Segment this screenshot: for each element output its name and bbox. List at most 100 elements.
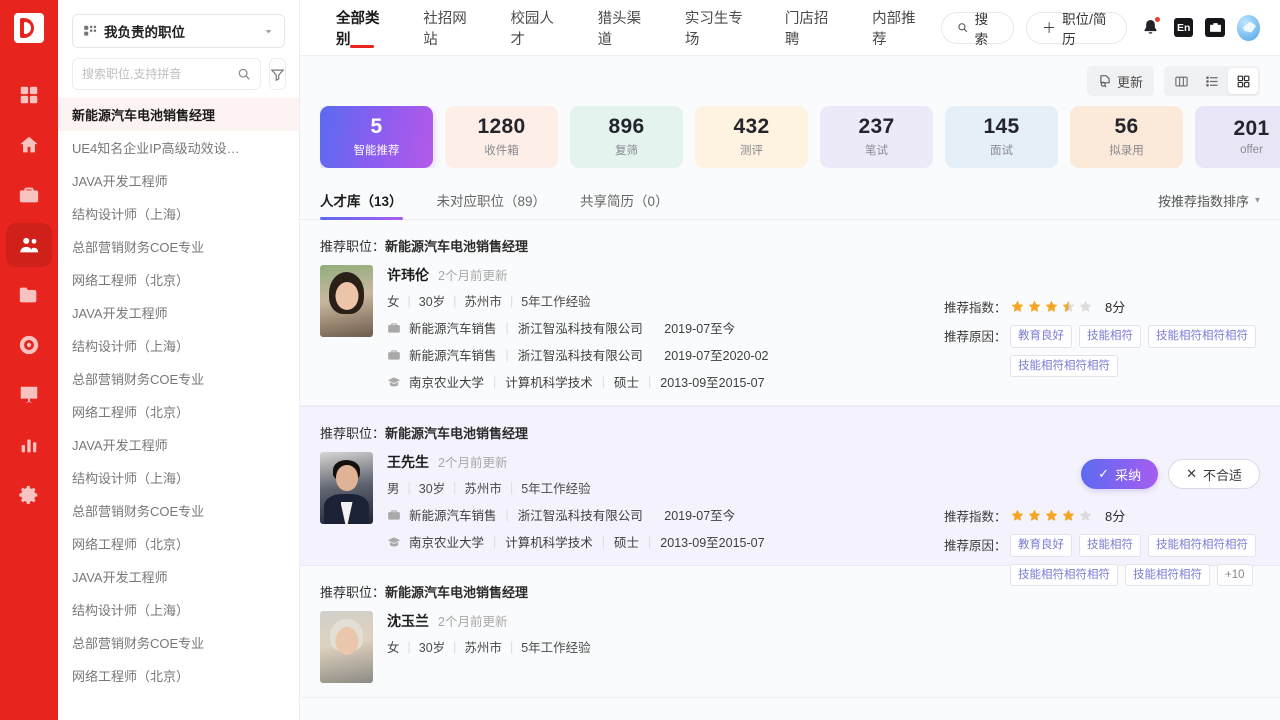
tab-0[interactable]: 人才库（13） — [320, 190, 403, 219]
job-scope-select[interactable]: 我负责的职位 — [72, 14, 285, 48]
work-period: 2019-07至今 — [664, 318, 735, 337]
job-list-item[interactable]: 总部营销财务COE专业 — [58, 230, 299, 263]
stat-card-智能推荐[interactable]: 5智能推荐 — [320, 106, 433, 168]
tab-2[interactable]: 共享简历（0） — [580, 190, 669, 219]
job-list-item-label: 结构设计师（上海） — [72, 336, 285, 355]
reason-tag[interactable]: 教育良好 — [1010, 325, 1072, 348]
job-list-item[interactable]: 网络工程师（北京） — [58, 527, 299, 560]
nav-item-3[interactable]: 猎头渠道 — [580, 0, 667, 56]
sort-dropdown[interactable]: 按推荐指数排序 ▾ — [1158, 191, 1260, 219]
rating-stars[interactable] — [1010, 508, 1093, 523]
nav-item-label: 猎头渠道 — [598, 7, 649, 49]
sidebar-item-reports[interactable] — [0, 420, 58, 470]
job-list-item[interactable]: JAVA开发工程师 — [58, 428, 299, 461]
meta-separator: | — [510, 294, 513, 308]
exp-separator: | — [506, 508, 509, 522]
candidate-card[interactable]: 推荐职位：新能源汽车电池销售经理许玮伦2个月前更新女|30岁|苏州市|5年工作经… — [300, 220, 1280, 406]
stat-caption: offer — [1240, 144, 1263, 156]
tab-1[interactable]: 未对应职位（89） — [437, 190, 547, 219]
list-view-button[interactable] — [1197, 68, 1227, 94]
candidate-photo[interactable] — [320, 452, 373, 524]
job-list-item[interactable]: 总部营销财务COE专业 — [58, 626, 299, 659]
user-avatar[interactable] — [1237, 15, 1260, 41]
nav-item-label: 实习生专场 — [685, 7, 749, 49]
main-nav-tabs[interactable]: 全部类别社招网站校园人才猎头渠道实习生专场门店招聘内部推荐 — [300, 0, 941, 56]
create-button[interactable]: ＋ 职位/简历 — [1026, 12, 1127, 44]
candidate-name[interactable]: 王先生 — [387, 452, 429, 472]
candidate-card[interactable]: 推荐职位：新能源汽车电池销售经理王先生2个月前更新男|30岁|苏州市|5年工作经… — [300, 406, 1280, 566]
sidebar-item-folder[interactable] — [0, 270, 58, 320]
sidebar-item-home[interactable] — [0, 120, 58, 170]
job-list-item[interactable]: 结构设计师（上海） — [58, 197, 299, 230]
nav-item-0[interactable]: 全部类别 — [318, 0, 405, 56]
job-list-item[interactable]: 网络工程师（北京） — [58, 395, 299, 428]
job-items-list[interactable]: 新能源汽车电池销售经理UE4知名企业IP高级动效设…JAVA开发工程师结构设计师… — [58, 98, 299, 720]
nav-item-4[interactable]: 实习生专场 — [667, 0, 767, 56]
briefcase-small-icon — [1209, 22, 1222, 33]
sidebar-item-grid[interactable] — [0, 70, 58, 120]
stat-card-复筛[interactable]: 896复筛 — [570, 106, 683, 168]
tabs-row: 人才库（13） 未对应职位（89） 共享简历（0） 按推荐指数排序 ▾ — [300, 174, 1280, 220]
job-list-item[interactable]: 总部营销财务COE专业 — [58, 494, 299, 527]
job-list-item[interactable]: UE4知名企业IP高级动效设… — [58, 131, 299, 164]
reason-tag[interactable]: 技能相符 — [1079, 534, 1141, 557]
app-logo[interactable] — [0, 0, 58, 56]
adopt-button[interactable]: ✓采纳 — [1081, 459, 1158, 489]
nav-item-2[interactable]: 校园人才 — [492, 0, 579, 56]
reason-tag[interactable]: 技能相符相符相符 — [1148, 534, 1256, 557]
stat-card-测评[interactable]: 432测评 — [695, 106, 808, 168]
sidebar-item-target[interactable] — [0, 320, 58, 370]
candidate-photo[interactable] — [320, 611, 373, 683]
candidate-body: 沈玉兰2个月前更新女|30岁|苏州市|5年工作经验 — [320, 611, 1260, 683]
job-list-item-label: 总部营销财务COE专业 — [72, 369, 285, 388]
candidate-city: 苏州市 — [464, 291, 502, 310]
job-search-input[interactable] — [82, 67, 237, 81]
sidebar-item-talent[interactable] — [0, 220, 58, 270]
sidebar-item-analytics[interactable] — [0, 370, 58, 420]
reason-tag[interactable]: 技能相符相符相符 — [1148, 325, 1256, 348]
language-button[interactable]: En — [1174, 18, 1193, 37]
job-list-item[interactable]: JAVA开发工程师 — [58, 164, 299, 197]
work-period: 2019-07至2020-02 — [664, 345, 768, 364]
candidate-name[interactable]: 沈玉兰 — [387, 611, 429, 631]
nav-item-1[interactable]: 社招网站 — [405, 0, 492, 56]
job-list-item[interactable]: 新能源汽车电池销售经理 — [58, 98, 299, 131]
notifications-button[interactable] — [1139, 15, 1162, 41]
reject-button[interactable]: ✕不合适 — [1168, 459, 1260, 489]
global-search-button[interactable]: 搜索 — [941, 12, 1014, 44]
tabs-group[interactable]: 人才库（13） 未对应职位（89） 共享简历（0） — [320, 190, 703, 219]
job-list-item[interactable]: 网络工程师（北京） — [58, 659, 299, 692]
candidate-name[interactable]: 许玮伦 — [387, 265, 429, 285]
sidebar-item-jobs[interactable] — [0, 170, 58, 220]
job-list-item[interactable]: 结构设计师（上海） — [58, 329, 299, 362]
job-list-item[interactable]: JAVA开发工程师 — [58, 296, 299, 329]
stat-card-面试[interactable]: 145面试 — [945, 106, 1058, 168]
reason-tag[interactable]: 教育良好 — [1010, 534, 1072, 557]
refresh-button[interactable]: 更新 — [1087, 66, 1154, 96]
edu-separator: | — [493, 375, 496, 389]
stat-card-offer[interactable]: 201offer — [1195, 106, 1280, 168]
reason-tag[interactable]: 技能相符 — [1079, 325, 1141, 348]
job-search-box[interactable] — [72, 58, 261, 90]
sidebar-item-settings[interactable] — [0, 470, 58, 520]
nav-item-6[interactable]: 内部推荐 — [854, 0, 941, 56]
job-list-item[interactable]: 结构设计师（上海） — [58, 461, 299, 494]
job-list-item[interactable]: 结构设计师（上海） — [58, 593, 299, 626]
job-filter-button[interactable] — [269, 58, 286, 90]
candidate-card[interactable]: 推荐职位：新能源汽车电池销售经理沈玉兰2个月前更新女|30岁|苏州市|5年工作经… — [300, 566, 1280, 698]
grid-view-button[interactable] — [1228, 68, 1258, 94]
stat-card-拟录用[interactable]: 56拟录用 — [1070, 106, 1183, 168]
rating-stars[interactable] — [1010, 299, 1093, 314]
nav-item-5[interactable]: 门店招聘 — [767, 0, 854, 56]
job-list-item[interactable]: 网络工程师（北京） — [58, 263, 299, 296]
job-list-item[interactable]: 总部营销财务COE专业 — [58, 362, 299, 395]
columns-view-button[interactable] — [1166, 68, 1196, 94]
job-list-item[interactable]: JAVA开发工程师 — [58, 560, 299, 593]
candidate-photo[interactable] — [320, 265, 373, 337]
workspace-button[interactable] — [1205, 18, 1224, 37]
stat-card-收件箱[interactable]: 1280收件箱 — [445, 106, 558, 168]
stats-row[interactable]: 5智能推荐1280收件箱896复筛432测评237笔试145面试56拟录用201… — [320, 106, 1280, 168]
grid-icon — [18, 84, 40, 106]
stat-card-笔试[interactable]: 237笔试 — [820, 106, 933, 168]
reason-tag[interactable]: 技能相符相符相符 — [1010, 355, 1118, 378]
